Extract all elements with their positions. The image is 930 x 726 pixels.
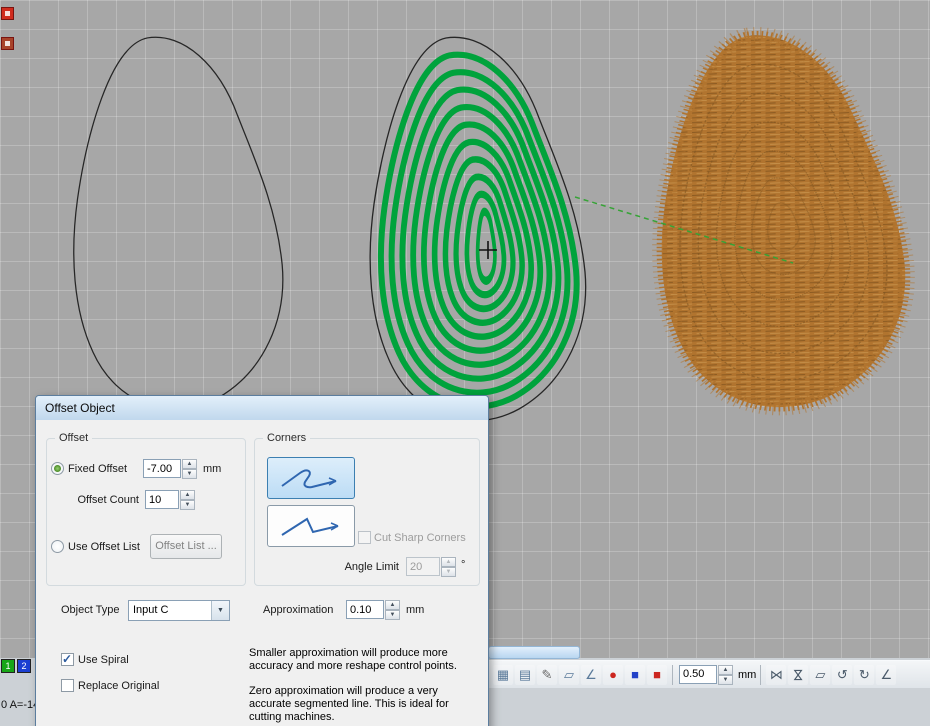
mirror-vertical-icon[interactable]: ⋈ <box>788 665 808 685</box>
offset-count-field: ▲▼ <box>145 490 195 510</box>
thread-blue-icon[interactable]: ■ <box>625 665 645 685</box>
angle-limit-spinner[interactable]: ▲▼ <box>441 557 456 577</box>
fixed-offset-field: ▲▼ <box>143 459 197 479</box>
palette-color-2[interactable]: 2 <box>17 659 31 673</box>
color-palette: 12 <box>1 659 31 673</box>
use-spiral-label: Use Spiral <box>78 654 129 666</box>
transform-icon-group: ⋈⋈▱↺↻∠ <box>765 665 897 685</box>
approximation-input[interactable] <box>346 600 384 619</box>
approximation-unit: mm <box>406 604 424 616</box>
cut-sharp-corners-checkbox[interactable] <box>358 531 371 544</box>
sharp-corner-icon <box>276 512 346 540</box>
grid-settings-icon[interactable]: ▦ <box>493 665 513 685</box>
reshape-icon[interactable]: ✎ <box>537 665 557 685</box>
dialog-body: Offset Fixed Offset ▲▼ mm Offset Count ▲… <box>36 420 488 726</box>
object-type-value: Input C <box>133 604 168 616</box>
skew-horizontal-icon[interactable]: ▱ <box>810 665 830 685</box>
rotate-ccw-icon[interactable]: ↺ <box>832 665 852 685</box>
spiral-ring <box>478 212 495 281</box>
stitch-angle-icon[interactable]: ∠ <box>581 665 601 685</box>
toolbar-separator <box>760 665 761 685</box>
corners-group: Corners Cut Sharp Corners Angle Limit <box>254 438 480 586</box>
mirror-horizontal-icon[interactable]: ⋈ <box>766 665 786 685</box>
description-paragraph-1: Smaller approximation will produce more … <box>249 647 476 673</box>
outline-width-input[interactable] <box>679 665 717 684</box>
stitched-shape[interactable] <box>662 35 906 407</box>
docked-tool-icon-second[interactable] <box>1 37 14 50</box>
rounded-corner-icon <box>276 464 346 492</box>
application-window: ▦▤✎▱∠●■■ ▲▼ mm ⋈⋈▱↺↻∠ 12 0 A=-14 Offset … <box>0 0 930 726</box>
offset-count-label: Offset Count <box>65 494 139 506</box>
toolbar-separator <box>672 665 673 685</box>
fixed-offset-spinner[interactable]: ▲▼ <box>182 459 197 479</box>
horizontal-scrollbar-thumb[interactable] <box>488 646 580 659</box>
approximation-label: Approximation <box>263 604 333 616</box>
corners-group-label: Corners <box>263 432 310 444</box>
fixed-offset-radio[interactable] <box>51 462 64 475</box>
use-spiral-checkbox[interactable] <box>61 653 74 666</box>
angle-limit-input[interactable] <box>406 557 440 576</box>
stop-color-icon[interactable]: ● <box>603 665 623 685</box>
angle-limit-field: ▲▼ <box>406 557 456 577</box>
fixed-offset-input[interactable] <box>143 459 181 478</box>
dialog-title-bar[interactable]: Offset Object <box>36 396 488 421</box>
stitch-edit-icon[interactable]: ▱ <box>559 665 579 685</box>
offset-object-dialog: Offset Object Offset Fixed Offset ▲▼ mm … <box>35 395 489 726</box>
object-type-label: Object Type <box>61 604 120 616</box>
offset-spiral-rings[interactable] <box>381 55 577 407</box>
rounded-corners-button[interactable] <box>267 457 355 499</box>
sharp-corners-button[interactable] <box>267 505 355 547</box>
angle-limit-unit: ° <box>461 559 465 571</box>
dialog-title: Offset Object <box>45 401 115 415</box>
replace-original-checkbox[interactable] <box>61 679 74 692</box>
outline-width-stepper: ▲▼ <box>679 665 733 685</box>
rotate-cw-icon[interactable]: ↻ <box>854 665 874 685</box>
outline-width-spinner[interactable]: ▲▼ <box>718 665 733 685</box>
thread-red-icon[interactable]: ■ <box>647 665 667 685</box>
use-offset-list-radio[interactable] <box>51 540 64 553</box>
outline-width-unit: mm <box>738 669 756 681</box>
replace-original-label: Replace Original <box>78 680 159 692</box>
use-offset-list-label: Use Offset List <box>68 541 140 553</box>
chevron-down-icon[interactable]: ▼ <box>211 601 229 620</box>
status-readout: 0 A=-14 <box>1 699 39 711</box>
offset-count-spinner[interactable]: ▲▼ <box>180 490 195 510</box>
toolbar-icon-group: ▦▤✎▱∠●■■ <box>492 665 668 685</box>
description-paragraph-2: Zero approximation will produce a very a… <box>249 685 476 724</box>
outline-shape[interactable] <box>74 37 283 409</box>
offset-group: Offset Fixed Offset ▲▼ mm Offset Count ▲… <box>46 438 246 586</box>
arrange-toolbar: ▦▤✎▱∠●■■ ▲▼ mm ⋈⋈▱↺↻∠ <box>488 660 930 688</box>
hoop-display-icon[interactable]: ▤ <box>515 665 535 685</box>
palette-color-1[interactable]: 1 <box>1 659 15 673</box>
angle-limit-label: Angle Limit <box>343 561 399 573</box>
cut-sharp-corners-label: Cut Sharp Corners <box>374 532 466 544</box>
approximation-field: ▲▼ <box>346 600 400 620</box>
object-type-combo[interactable]: Input C ▼ <box>128 600 230 621</box>
fixed-offset-unit: mm <box>203 463 221 475</box>
offset-group-label: Offset <box>55 432 92 444</box>
fixed-offset-label: Fixed Offset <box>68 463 127 475</box>
approximation-spinner[interactable]: ▲▼ <box>385 600 400 620</box>
offset-count-input[interactable] <box>145 490 179 509</box>
docked-tool-icon-top[interactable] <box>1 7 14 20</box>
approximation-description: Smaller approximation will produce more … <box>249 647 476 726</box>
offset-list-button[interactable]: Offset List ... <box>150 534 222 559</box>
rotate-angle-icon[interactable]: ∠ <box>876 665 896 685</box>
